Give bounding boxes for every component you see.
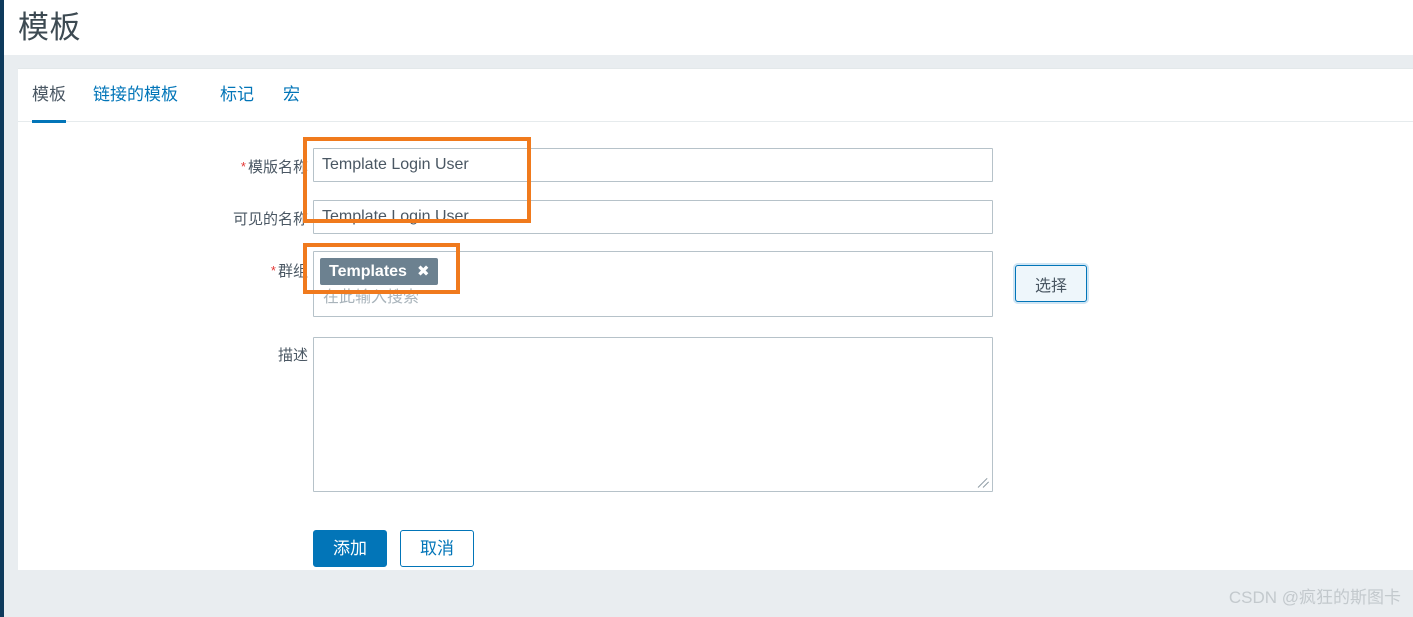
tab-bar: 模板 链接的模板 标记 宏 bbox=[18, 69, 1413, 123]
label-template-name-text: 模版名称 bbox=[247, 159, 308, 176]
tab-linked-templates[interactable]: 链接的模板 bbox=[93, 83, 178, 120]
visible-name-input[interactable] bbox=[313, 200, 993, 234]
page-title: 模板 bbox=[18, 10, 81, 45]
submit-button[interactable]: 添加 bbox=[313, 530, 387, 567]
groups-multiselect[interactable]: Templates ✖ 在此输入搜索 bbox=[313, 251, 993, 317]
label-groups: * 群组 bbox=[118, 261, 308, 282]
select-groups-button[interactable]: 选择 bbox=[1015, 265, 1087, 302]
header-card-gap bbox=[4, 55, 1413, 68]
app-root: 模板 模板 链接的模板 标记 宏 *模版名称 可见的名称 bbox=[0, 0, 1413, 617]
template-form-card: 模板 链接的模板 标记 宏 *模版名称 可见的名称 bbox=[18, 68, 1413, 570]
page-header: 模板 bbox=[4, 0, 1413, 55]
row-actions: 添加 取消 bbox=[18, 530, 1413, 570]
label-description-text: 描述 bbox=[277, 347, 308, 364]
row-groups: * 群组 Templates ✖ 在此输入搜索 选择 bbox=[18, 251, 1413, 321]
groups-search-placeholder: 在此输入搜索 bbox=[323, 289, 420, 306]
label-template-name: * 模版名称 bbox=[118, 157, 308, 178]
label-description: 描述 bbox=[118, 345, 308, 366]
tab-tags[interactable]: 标记 bbox=[220, 83, 254, 120]
row-template-name: * 模版名称 bbox=[18, 147, 1413, 189]
watermark: CSDN @疯狂的斯图卡 bbox=[1228, 588, 1401, 607]
required-asterisk-template-name: * bbox=[240, 159, 246, 174]
label-visible-name-text: 可见的名称 bbox=[232, 211, 308, 228]
required-asterisk-groups: * bbox=[270, 263, 276, 278]
label-visible-name: 可见的名称 bbox=[118, 209, 308, 230]
left-edge-rail bbox=[0, 0, 4, 617]
row-visible-name: 可见的名称 bbox=[18, 199, 1413, 241]
group-chip-label: Templates bbox=[329, 263, 407, 280]
cancel-button[interactable]: 取消 bbox=[400, 530, 474, 567]
chip-remove-icon[interactable]: ✖ bbox=[417, 264, 430, 279]
tab-macros[interactable]: 宏 bbox=[283, 83, 300, 120]
row-description: 描述 bbox=[18, 337, 1413, 499]
description-textarea[interactable] bbox=[313, 337, 993, 492]
label-groups-text: 群组 bbox=[277, 263, 308, 280]
group-chip-templates[interactable]: Templates ✖ bbox=[320, 258, 438, 285]
template-name-input[interactable] bbox=[313, 148, 993, 182]
tab-template[interactable]: 模板 bbox=[32, 83, 66, 123]
